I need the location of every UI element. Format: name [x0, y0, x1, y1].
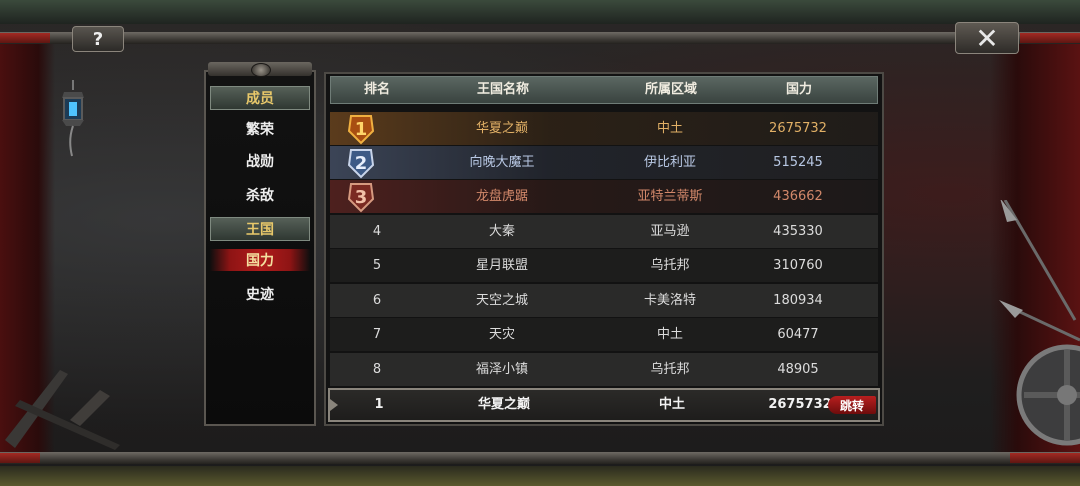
rank-number: 4: [372, 224, 382, 239]
silver-rank-badge-icon: 2: [347, 149, 375, 179]
kingdom-name: 天灾: [488, 327, 516, 342]
jump-button[interactable]: 跳转: [828, 396, 876, 414]
sidebar-item-kills[interactable]: 杀敌: [210, 182, 310, 208]
bottom-frame-bar: [0, 452, 1080, 464]
table-row[interactable]: 5 星月联盟 乌托邦 310760: [330, 249, 878, 282]
kingdom-name: 华夏之巅: [475, 121, 529, 136]
my-power-value: 2675732: [768, 397, 832, 412]
table-row[interactable]: 2 向晚大魔王 伊比利亚 515245: [330, 146, 878, 179]
region: 亚马逊: [650, 224, 690, 239]
table-row[interactable]: 1 华夏之巅 中土 2675732: [330, 112, 878, 145]
power-value: 515245: [773, 155, 823, 170]
power-value: 310760: [773, 258, 823, 273]
gold-rank-badge-icon: 1: [347, 115, 375, 145]
kingdom-name: 龙盘虎踞: [475, 189, 529, 204]
my-kingdom-row[interactable]: 1 华夏之巅 中土 2675732 跳转: [328, 388, 880, 422]
sidebar-item-merit[interactable]: 战勋: [210, 148, 310, 174]
help-icon: ?: [92, 28, 104, 50]
close-icon: ✕: [975, 21, 999, 55]
broken-weapons-decoration: [5, 370, 120, 450]
sidebar-item-prosperity[interactable]: 繁荣: [210, 116, 310, 142]
bronze-rank-badge-icon: 3: [347, 183, 375, 213]
region: 中土: [656, 121, 684, 136]
region: 伊比利亚: [643, 155, 697, 170]
sidebar-item-history[interactable]: 史迹: [210, 281, 310, 307]
power-value: 436662: [773, 189, 823, 204]
section-header-kingdom: 王国: [210, 217, 310, 241]
my-region: 中土: [658, 397, 686, 412]
svg-text:3: 3: [355, 187, 368, 208]
power-value: 435330: [773, 224, 823, 239]
my-kingdom-name: 华夏之巅: [477, 397, 531, 412]
svg-text:2: 2: [355, 153, 368, 174]
help-button[interactable]: ?: [72, 26, 124, 52]
pointer-arrow-icon: [330, 399, 338, 411]
region: 乌托邦: [650, 362, 690, 377]
frame-trim: [0, 453, 40, 463]
column-header-kingdom-name: 王国名称: [476, 82, 530, 97]
lantern-icon: [62, 80, 84, 157]
power-value: 2675732: [769, 121, 827, 136]
ornament-gem-icon: [251, 63, 271, 77]
sidebar-item-power[interactable]: 国力: [210, 249, 310, 271]
table-row[interactable]: 3 龙盘虎踞 亚特兰蒂斯 436662: [330, 180, 878, 213]
column-header-region: 所属区域: [644, 82, 698, 97]
rank-number: 8: [372, 362, 382, 377]
region: 亚特兰蒂斯: [637, 189, 703, 204]
table-row[interactable]: 7 天灾 中土 60477: [330, 318, 878, 351]
power-value: 60477: [777, 327, 819, 342]
section-header-members: 成员: [210, 86, 310, 110]
column-header-power: 国力: [785, 82, 813, 97]
rank-number: 6: [372, 293, 382, 308]
table-row[interactable]: 8 福泽小镇 乌托邦 48905: [330, 353, 878, 386]
frame-trim: [1020, 33, 1080, 43]
rank-number: 5: [372, 258, 382, 273]
column-header-rank: 排名: [363, 82, 391, 97]
svg-text:1: 1: [355, 119, 368, 140]
shield-decoration: [1016, 344, 1080, 446]
kingdom-name: 天空之城: [475, 293, 529, 308]
top-frame-bar: [0, 32, 1080, 44]
table-row[interactable]: 6 天空之城 卡美洛特 180934: [330, 284, 878, 317]
region: 卡美洛特: [643, 293, 697, 308]
kingdom-name: 福泽小镇: [475, 362, 529, 377]
region: 中土: [656, 327, 684, 342]
power-value: 180934: [773, 293, 823, 308]
kingdom-name: 星月联盟: [475, 258, 529, 273]
bottom-map-strip: [0, 466, 1080, 486]
kingdom-name: 大秦: [488, 224, 516, 239]
table-row[interactable]: 4 大秦 亚马逊 435330: [330, 215, 878, 248]
top-map-strip: [0, 0, 1080, 24]
region: 乌托邦: [650, 258, 690, 273]
close-button[interactable]: ✕: [955, 21, 1019, 55]
my-rank: 1: [374, 397, 384, 412]
power-value: 48905: [777, 362, 819, 377]
frame-trim: [0, 33, 50, 43]
rank-number: 7: [372, 327, 382, 342]
kingdom-name: 向晚大魔王: [469, 155, 535, 170]
table-header: 排名 王国名称 所属区域 国力: [330, 76, 878, 104]
